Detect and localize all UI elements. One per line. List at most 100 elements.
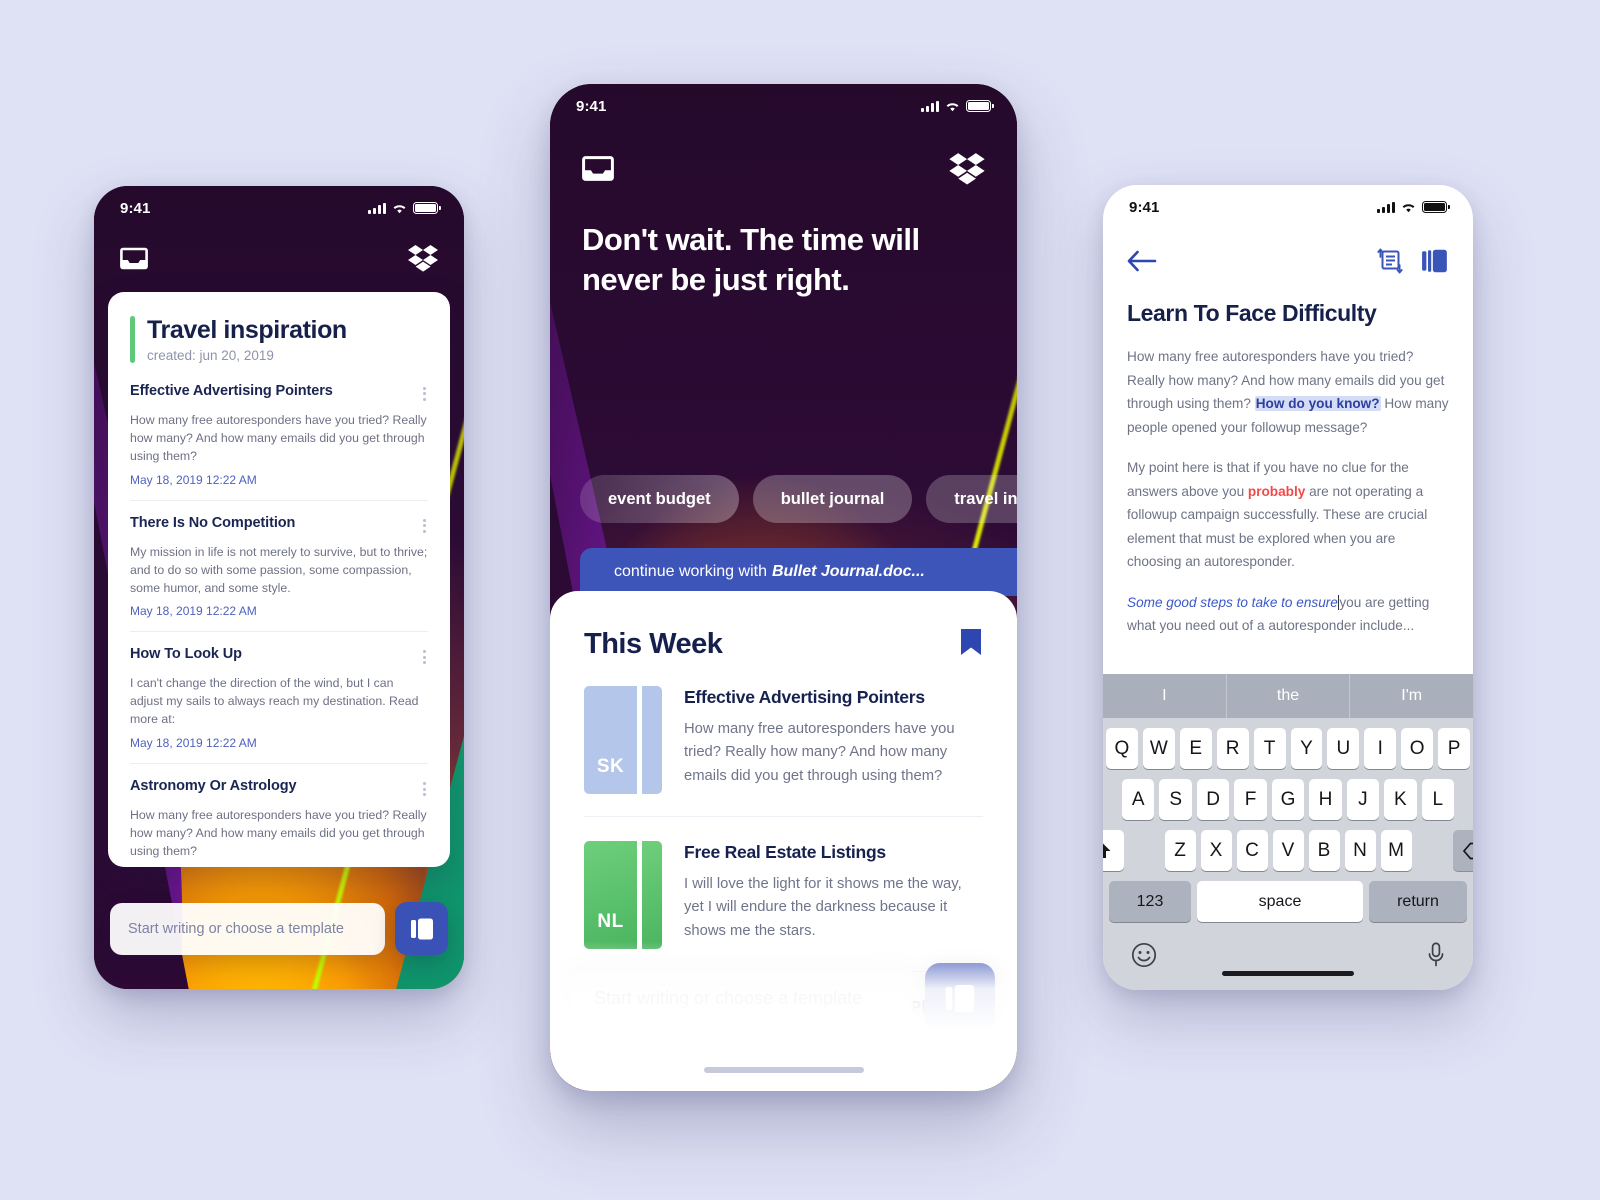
numbers-key[interactable]: 123 bbox=[1109, 881, 1191, 922]
chip-bullet-journal[interactable]: bullet journal bbox=[752, 475, 913, 523]
book-template-icon[interactable] bbox=[395, 902, 448, 955]
note-item-date: May 18, 2019 12:22 AM bbox=[130, 604, 257, 619]
note-item-date: May 18, 2019 12:22 AM bbox=[130, 472, 257, 487]
back-arrow-icon[interactable] bbox=[1127, 250, 1157, 277]
key-u[interactable]: U bbox=[1327, 728, 1360, 769]
note-item-title: Effective Advertising Pointers bbox=[130, 382, 333, 399]
on-screen-keyboard: I the I'm Q W E R T Y U I O P A S D F G … bbox=[1103, 674, 1473, 990]
week-item-title: Free Real Estate Listings bbox=[684, 842, 886, 862]
key-f[interactable]: F bbox=[1234, 779, 1267, 820]
prediction-2[interactable]: the bbox=[1227, 674, 1351, 718]
sheet-header: This Week bbox=[550, 591, 1017, 662]
shift-arrow-icon[interactable] bbox=[1103, 830, 1124, 871]
key-l[interactable]: L bbox=[1421, 779, 1454, 820]
cellular-bars-icon bbox=[368, 202, 386, 214]
continue-working-bar[interactable]: continue working with Bullet Journal.doc… bbox=[580, 548, 1017, 596]
notebook-initials: NL bbox=[597, 911, 624, 932]
note-header: Travel inspiration created: jun 20, 2019 bbox=[130, 316, 428, 363]
dropbox-logo-icon[interactable] bbox=[408, 244, 438, 272]
paragraph-3: Some good steps to take to ensure you are… bbox=[1127, 591, 1451, 638]
composer-placeholder[interactable]: Start writing or choose a template bbox=[110, 902, 385, 955]
list-item[interactable]: Effective Advertising Pointers How many … bbox=[130, 383, 428, 501]
app-bar bbox=[550, 152, 1017, 185]
dropbox-logo-icon[interactable] bbox=[949, 152, 985, 185]
chip-event-budget[interactable]: event budget bbox=[580, 475, 739, 523]
composer-placeholder[interactable]: Start writing or choose a template bbox=[572, 964, 913, 1032]
book-template-icon[interactable] bbox=[1421, 248, 1449, 279]
list-item[interactable]: NL Free Real Estate Listings I will love… bbox=[584, 817, 983, 972]
note-item-title: There Is No Competition bbox=[130, 514, 296, 531]
tag-chip-row: event budget bullet journal travel insp bbox=[580, 475, 1017, 523]
inbox-icon[interactable] bbox=[120, 246, 148, 271]
key-n[interactable]: N bbox=[1344, 830, 1376, 871]
battery-icon bbox=[413, 202, 441, 214]
paragraph-1: How many free autoresponders have you tr… bbox=[1127, 345, 1451, 439]
microphone-icon[interactable] bbox=[1427, 942, 1445, 973]
key-j[interactable]: J bbox=[1346, 779, 1380, 820]
list-item[interactable]: Astronomy Or Astrology How many free aut… bbox=[130, 778, 428, 867]
key-i[interactable]: I bbox=[1364, 728, 1397, 769]
key-v[interactable]: V bbox=[1272, 830, 1304, 871]
key-p[interactable]: P bbox=[1438, 728, 1471, 769]
key-h[interactable]: H bbox=[1309, 779, 1342, 820]
composer-bar: Start writing or choose a template bbox=[110, 902, 448, 955]
key-c[interactable]: C bbox=[1236, 830, 1268, 871]
kebab-menu-icon[interactable] bbox=[421, 383, 428, 405]
return-key[interactable]: return bbox=[1369, 881, 1467, 922]
list-item[interactable]: How To Look Up I can't change the direct… bbox=[130, 646, 428, 765]
p2-emphasis: probably bbox=[1247, 483, 1306, 499]
this-week-sheet: This Week SK Effective Advertising Point… bbox=[550, 591, 1017, 1091]
cellular-bars-icon bbox=[921, 100, 939, 112]
key-s[interactable]: S bbox=[1159, 779, 1192, 820]
week-item-title: Effective Advertising Pointers bbox=[684, 687, 925, 707]
note-item-body: How many free autoresponders have you tr… bbox=[130, 412, 427, 463]
kebab-menu-icon[interactable] bbox=[421, 515, 428, 537]
note-accent-bar bbox=[130, 316, 135, 363]
list-item[interactable]: There Is No Competition My mission in li… bbox=[130, 515, 428, 633]
space-key[interactable]: space bbox=[1197, 881, 1363, 922]
screenshot-stage: 9:41 Travel inspiration created: jun 20,… bbox=[0, 0, 1600, 1200]
key-g[interactable]: G bbox=[1271, 779, 1305, 820]
note-card: Travel inspiration created: jun 20, 2019… bbox=[108, 292, 450, 867]
key-m[interactable]: M bbox=[1380, 830, 1412, 871]
key-r[interactable]: R bbox=[1216, 728, 1249, 769]
backspace-icon[interactable] bbox=[1452, 830, 1473, 871]
key-a[interactable]: A bbox=[1122, 779, 1155, 820]
key-t[interactable]: T bbox=[1253, 728, 1286, 769]
chip-travel-inspiration[interactable]: travel insp bbox=[926, 475, 1017, 523]
inbox-icon[interactable] bbox=[582, 154, 614, 183]
kebab-menu-icon[interactable] bbox=[421, 646, 428, 668]
wifi-icon bbox=[392, 203, 407, 214]
key-k[interactable]: K bbox=[1384, 779, 1417, 820]
emoji-smiley-icon[interactable] bbox=[1131, 942, 1157, 973]
book-template-icon[interactable] bbox=[925, 963, 995, 1033]
key-y[interactable]: Y bbox=[1290, 728, 1323, 769]
phone-3-editor: 9:41 Learn To Face Difficulty How many f… bbox=[1103, 185, 1473, 990]
kebab-menu-icon[interactable] bbox=[421, 778, 428, 800]
key-w[interactable]: W bbox=[1142, 728, 1175, 769]
list-item[interactable]: SK Effective Advertising Pointers How ma… bbox=[584, 662, 983, 817]
week-item-body: How many free autoresponders have you tr… bbox=[684, 720, 955, 784]
status-time: 9:41 bbox=[576, 97, 607, 115]
bookmark-icon[interactable] bbox=[959, 627, 983, 662]
key-x[interactable]: X bbox=[1200, 830, 1232, 871]
p3-italic-link: Some good steps to take to ensure bbox=[1127, 594, 1338, 610]
key-o[interactable]: O bbox=[1401, 728, 1434, 769]
keyboard-row-3: Z X C V B N M bbox=[1103, 830, 1473, 871]
battery-icon bbox=[1422, 201, 1450, 213]
key-z[interactable]: Z bbox=[1164, 830, 1196, 871]
note-item-title: How To Look Up bbox=[130, 646, 242, 663]
status-time: 9:41 bbox=[120, 199, 151, 217]
text-transform-icon[interactable] bbox=[1377, 248, 1403, 279]
note-item-date: May 18, 2019 12:22 AM bbox=[130, 736, 257, 751]
key-b[interactable]: B bbox=[1308, 830, 1340, 871]
note-item-title: Astronomy Or Astrology bbox=[130, 778, 297, 795]
prediction-bar: I the I'm bbox=[1103, 674, 1473, 718]
note-item-body: How many free autoresponders have you tr… bbox=[130, 808, 427, 859]
key-q[interactable]: Q bbox=[1105, 728, 1138, 769]
key-d[interactable]: D bbox=[1196, 779, 1230, 820]
prediction-3[interactable]: I'm bbox=[1350, 674, 1473, 718]
prediction-1[interactable]: I bbox=[1103, 674, 1227, 718]
note-created-meta: created: jun 20, 2019 bbox=[147, 347, 274, 363]
key-e[interactable]: E bbox=[1179, 728, 1212, 769]
